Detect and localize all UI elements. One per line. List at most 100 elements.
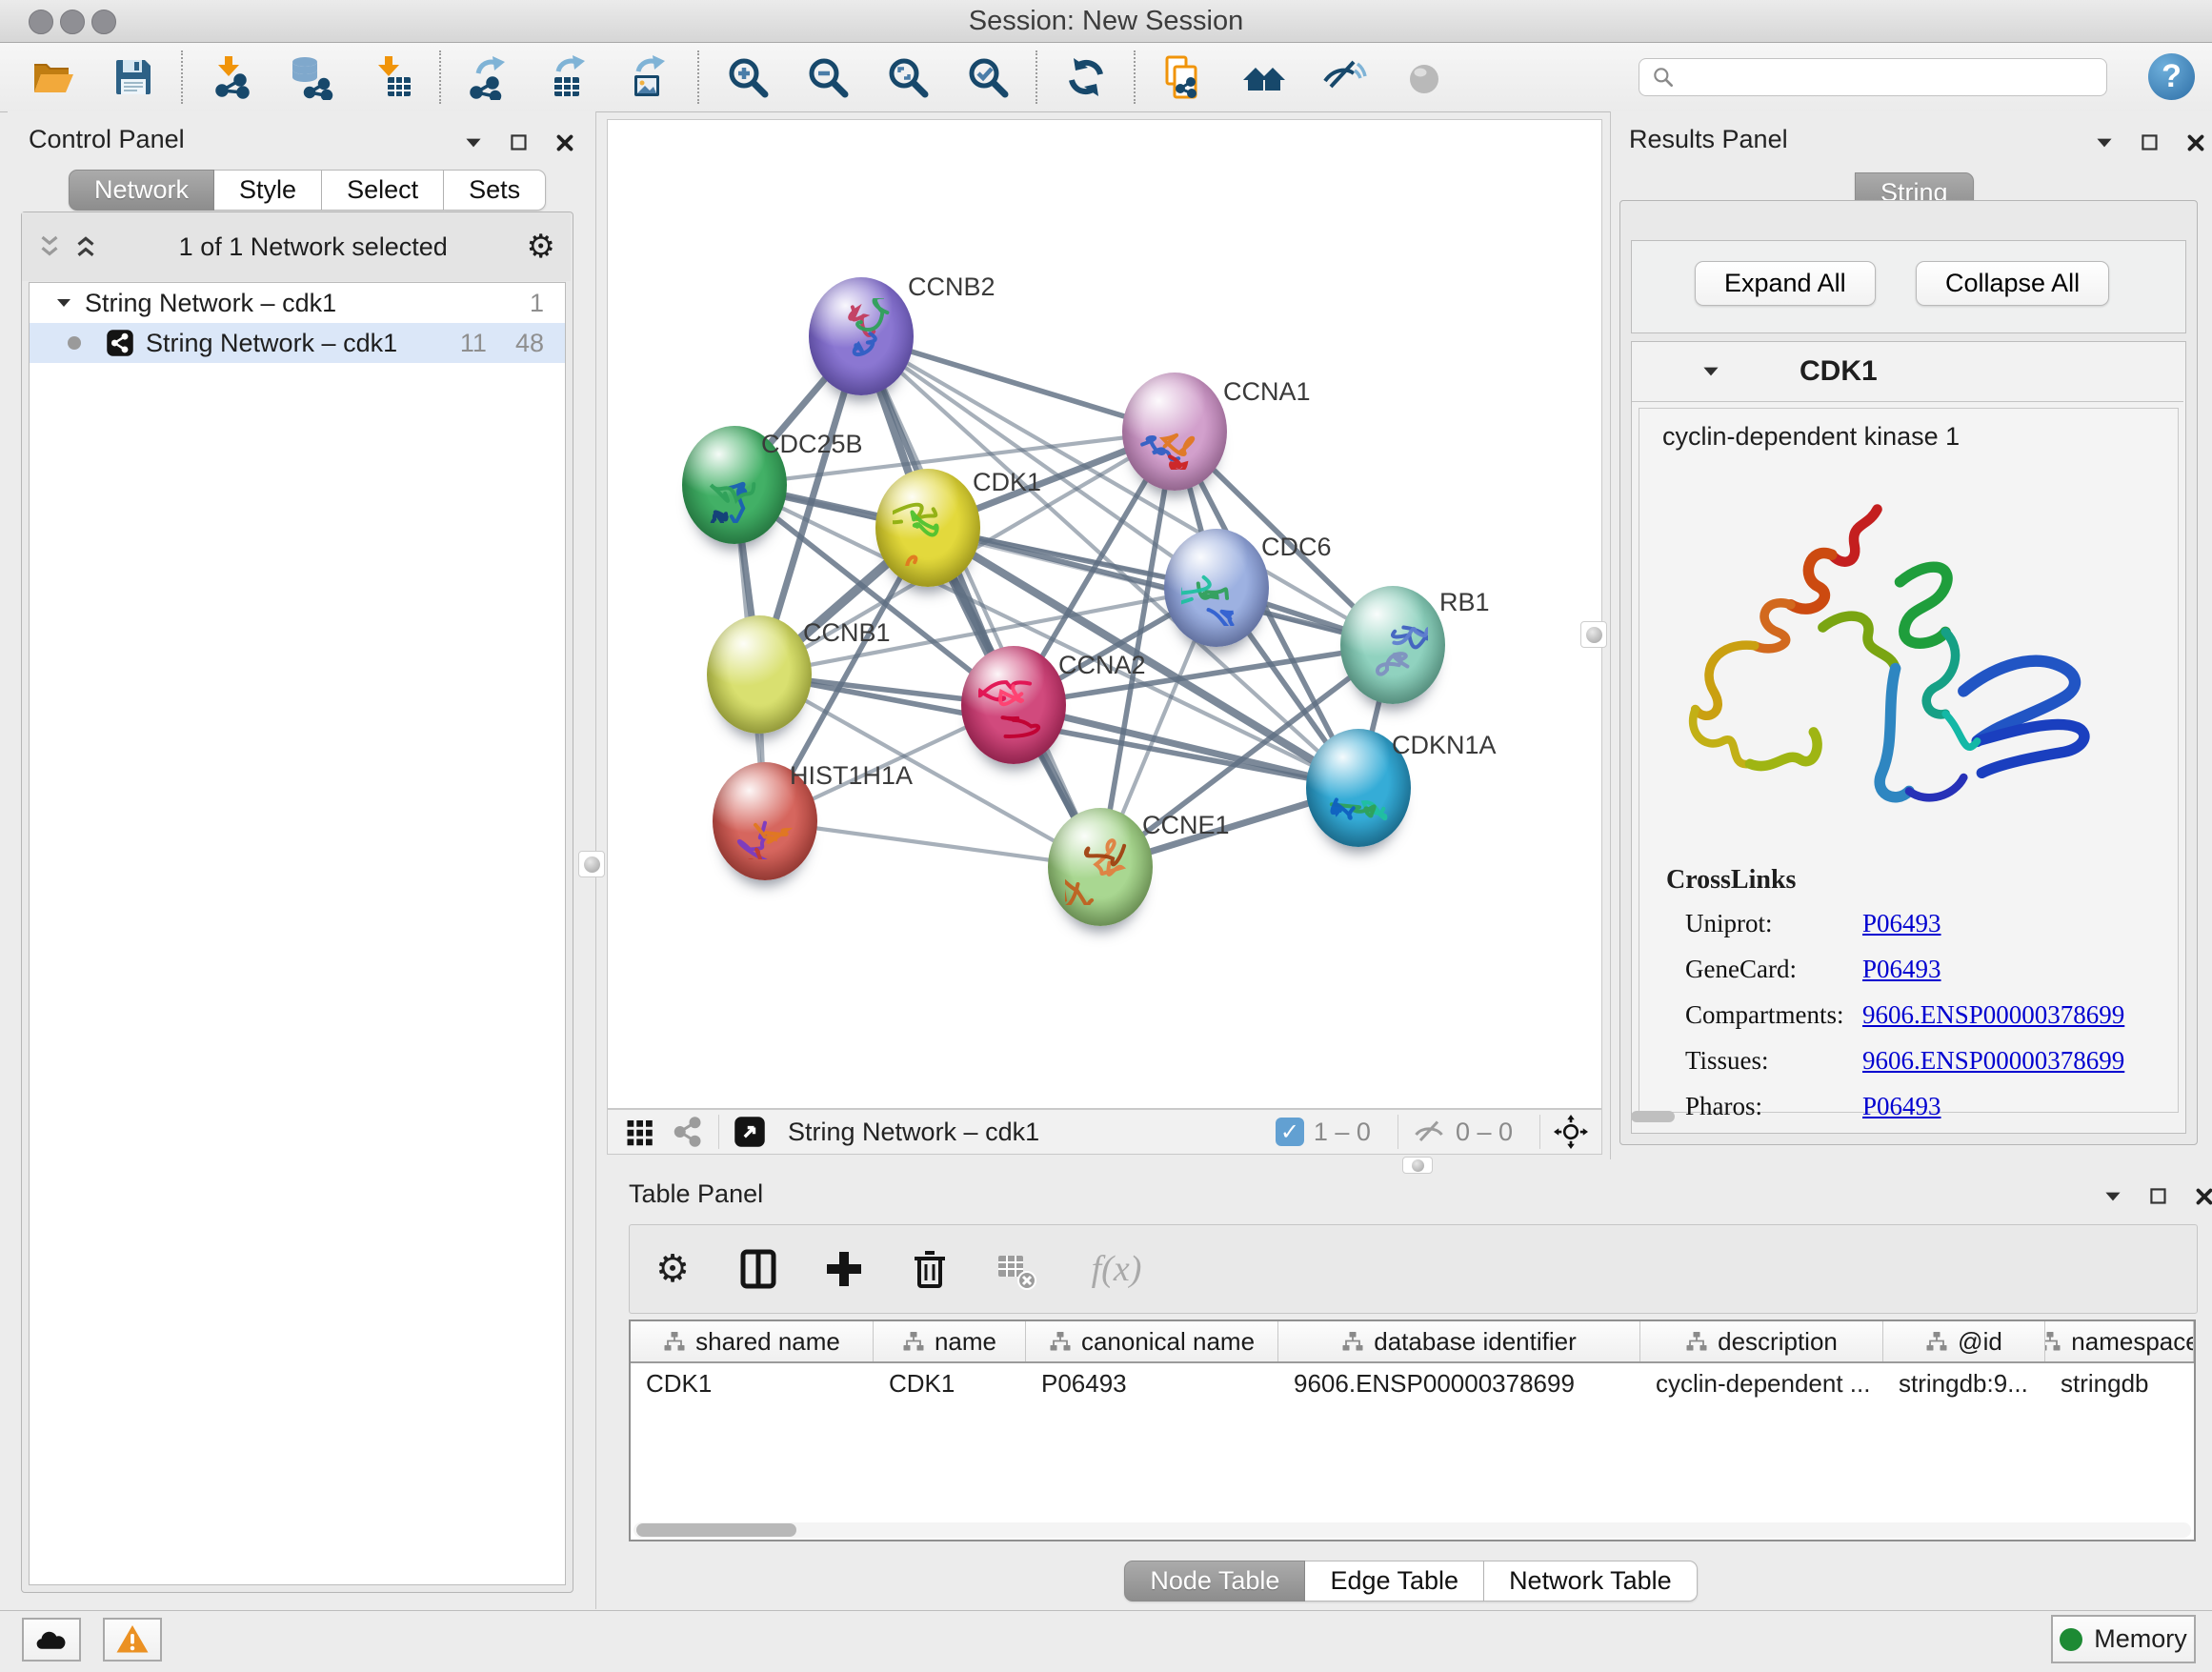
- column-header--id[interactable]: @id: [1883, 1321, 2045, 1361]
- network-node-CCNA2[interactable]: [961, 646, 1066, 764]
- tab-network-table[interactable]: Network Table: [1484, 1561, 1698, 1601]
- open-folder-button[interactable]: [26, 50, 81, 105]
- clone-network-button[interactable]: [1156, 50, 1212, 105]
- edge-count: 48: [515, 329, 544, 358]
- panel-close-icon[interactable]: [2192, 1184, 2212, 1209]
- table-settings-button[interactable]: ⚙: [645, 1241, 700, 1297]
- crosslink-row: Uniprot: P06493: [1685, 909, 2178, 938]
- crosslink-value-link[interactable]: 9606.ENSP00000378699: [1862, 1046, 2124, 1076]
- export-table-button[interactable]: [542, 50, 597, 105]
- function-builder-button[interactable]: f(x): [1074, 1241, 1159, 1297]
- add-column-button[interactable]: [816, 1241, 872, 1297]
- columns-icon: [735, 1246, 781, 1292]
- zoom-fit-button[interactable]: [880, 50, 935, 105]
- refresh-button[interactable]: [1058, 50, 1114, 105]
- window-minimize-button[interactable]: [60, 10, 85, 34]
- results-scrollbar-thumb[interactable]: [1631, 1111, 1675, 1122]
- panel-close-icon[interactable]: [553, 131, 577, 155]
- column-header-description[interactable]: description: [1640, 1321, 1883, 1361]
- column-header-name[interactable]: name: [874, 1321, 1026, 1361]
- crosslink-value-link[interactable]: P06493: [1862, 909, 1941, 938]
- grid-view-icon[interactable]: [623, 1115, 657, 1149]
- table-hscrollbar[interactable]: [633, 1522, 2191, 1538]
- show-style-button[interactable]: [1397, 50, 1452, 105]
- network-node-CDK1[interactable]: [875, 469, 980, 587]
- crosslink-row: GeneCard: P06493: [1685, 955, 2178, 984]
- column-header-namespace[interactable]: namespace: [2045, 1321, 2194, 1361]
- export-network-button[interactable]: [462, 50, 517, 105]
- expand-all-button[interactable]: Expand All: [1695, 261, 1876, 306]
- tab-network[interactable]: Network: [69, 170, 214, 211]
- column-header-database-identifier[interactable]: database identifier: [1278, 1321, 1640, 1361]
- tab-node-table[interactable]: Node Table: [1124, 1561, 1305, 1601]
- import-table-button[interactable]: [364, 50, 419, 105]
- network-node-CCNA1[interactable]: [1122, 373, 1227, 491]
- zoom-out-button[interactable]: [800, 50, 855, 105]
- crosslink-value-link[interactable]: P06493: [1862, 1092, 1941, 1121]
- table-row[interactable]: CDK1CDK1P064939606.ENSP00000378699cyclin…: [631, 1363, 2194, 1403]
- window-zoom-button[interactable]: [91, 10, 116, 34]
- delete-table-button[interactable]: [988, 1241, 1043, 1297]
- network-node-CCNB1[interactable]: [707, 615, 812, 734]
- right-splitter-grip[interactable]: [1580, 621, 1607, 648]
- column-header-canonical-name[interactable]: canonical name: [1026, 1321, 1278, 1361]
- panel-menu-icon[interactable]: [461, 131, 486, 155]
- birdseye-view-icon[interactable]: [733, 1115, 767, 1149]
- panel-float-icon[interactable]: [2146, 1184, 2171, 1209]
- network-canvas[interactable]: CCNB2CCNA1CDC25BCDK1CDC6RB1CCNB1CCNA2CDK…: [607, 119, 1602, 1109]
- warning-button[interactable]: [103, 1618, 162, 1662]
- import-network-button[interactable]: [204, 50, 259, 105]
- panel-menu-icon[interactable]: [2092, 131, 2117, 155]
- panel-menu-icon[interactable]: [2101, 1184, 2125, 1209]
- search-input[interactable]: [1683, 63, 2106, 91]
- network-node-CCNB2[interactable]: [809, 277, 914, 395]
- expand-all-tree-icon[interactable]: [35, 232, 64, 261]
- tab-style[interactable]: Style: [214, 170, 322, 211]
- show-columns-button[interactable]: [731, 1241, 786, 1297]
- column-header-shared-name[interactable]: shared name: [631, 1321, 874, 1361]
- crosslink-value-link[interactable]: P06493: [1862, 955, 1941, 984]
- network-tree-root-row[interactable]: String Network – cdk1 1: [30, 283, 565, 323]
- cloud-button[interactable]: [22, 1618, 81, 1662]
- tab-select[interactable]: Select: [322, 170, 444, 211]
- share-view-icon[interactable]: [671, 1115, 705, 1149]
- protein-thumb-icon: [699, 447, 770, 523]
- network-node-CCNE1[interactable]: [1048, 808, 1153, 926]
- section-expander-icon[interactable]: [1699, 359, 1723, 384]
- memory-button[interactable]: Memory: [2051, 1615, 2196, 1663]
- fit-content-icon[interactable]: [1554, 1115, 1588, 1149]
- gene-section-header[interactable]: CDK1: [1632, 342, 2183, 402]
- crosslink-value-link[interactable]: 9606.ENSP00000378699: [1862, 1000, 2124, 1030]
- tab-sets[interactable]: Sets: [444, 170, 546, 211]
- zoom-selected-icon: [965, 54, 1011, 100]
- network-tree-child-row[interactable]: String Network – cdk1 11 48: [30, 323, 565, 363]
- delete-column-button[interactable]: [902, 1241, 957, 1297]
- tree-expander-icon[interactable]: [52, 292, 75, 314]
- table-hscrollbar-thumb[interactable]: [636, 1523, 796, 1537]
- collapse-all-button[interactable]: Collapse All: [1916, 261, 2109, 306]
- panel-float-icon[interactable]: [507, 131, 532, 155]
- hidden-eye-icon[interactable]: [1412, 1115, 1446, 1149]
- zoom-in-button[interactable]: [720, 50, 775, 105]
- search-field[interactable]: [1639, 58, 2107, 96]
- gear-icon[interactable]: ⚙: [527, 228, 555, 266]
- horizontal-splitter-grip[interactable]: [1402, 1157, 1433, 1174]
- panel-float-icon[interactable]: [2138, 131, 2162, 155]
- collapse-all-tree-icon[interactable]: [71, 232, 100, 261]
- network-selected-summary: 1 of 1 Network selected: [100, 232, 527, 262]
- window-titlebar: Session: New Session: [0, 0, 2212, 43]
- import-database-button[interactable]: [284, 50, 339, 105]
- zoom-selected-button[interactable]: [960, 50, 1016, 105]
- network-node-CDC6[interactable]: [1164, 529, 1269, 647]
- hide-style-button[interactable]: [1317, 50, 1372, 105]
- panel-close-icon[interactable]: [2183, 131, 2208, 155]
- network-node-RB1[interactable]: [1340, 586, 1445, 704]
- left-splitter-grip[interactable]: [578, 851, 605, 877]
- help-button[interactable]: ?: [2148, 53, 2195, 100]
- window-close-button[interactable]: [29, 10, 53, 34]
- selected-checkbox-icon[interactable]: ✓: [1276, 1118, 1304, 1146]
- save-button[interactable]: [106, 50, 161, 105]
- tab-edge-table[interactable]: Edge Table: [1305, 1561, 1484, 1601]
- export-image-button[interactable]: [622, 50, 677, 105]
- string-home-button[interactable]: [1237, 50, 1292, 105]
